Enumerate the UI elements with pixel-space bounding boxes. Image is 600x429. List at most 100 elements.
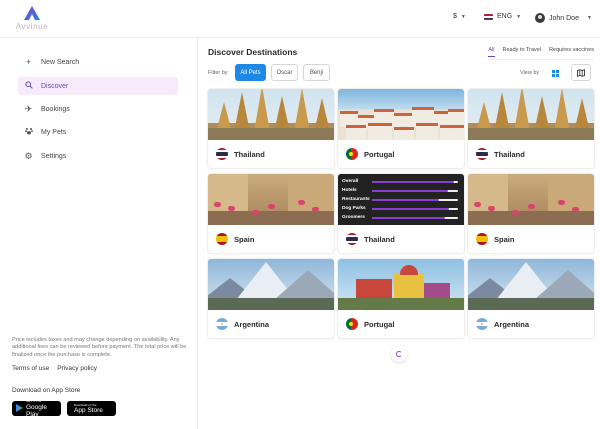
tab-requires-vaccines[interactable]: Requires vaccines <box>549 47 594 57</box>
country-name: Thailand <box>494 149 525 159</box>
country-flag-icon <box>216 318 228 330</box>
google-play-button[interactable]: GET IT ON Google Play <box>12 399 61 418</box>
card-footer: Thailand <box>208 140 334 168</box>
map-view-button[interactable] <box>571 64 591 81</box>
avatar <box>535 13 545 23</box>
destination-card[interactable]: Thailand <box>468 89 594 168</box>
rating-label: Hotels <box>342 188 357 193</box>
brand-logo[interactable]: Avvinue <box>12 5 52 31</box>
google-play-icon <box>16 403 23 414</box>
rating-row: Groomers <box>342 213 460 222</box>
destination-card[interactable]: Thailand <box>208 89 334 168</box>
sidebar-item-label: Discover <box>41 82 69 90</box>
filter-benji[interactable]: Benji <box>303 64 330 81</box>
brand-name: Avvinue <box>15 22 49 31</box>
country-flag-icon <box>476 148 488 160</box>
plus-icon: + <box>25 56 32 67</box>
card-footer: Portugal <box>338 140 464 168</box>
grid-icon <box>555 73 559 77</box>
country-flag-icon <box>216 233 228 245</box>
user-menu[interactable]: John Doe ▼ <box>535 13 592 23</box>
sidebar: + New Search Discover ✈ Bookings My Pets… <box>0 38 198 429</box>
rating-bar-fill <box>372 198 440 201</box>
rating-row: Dog Parks <box>342 204 460 213</box>
destination-card[interactable]: Spain <box>468 174 594 253</box>
language-selector[interactable]: ENG ▼ <box>484 13 521 20</box>
page-title: Discover Destinations <box>208 47 298 57</box>
search-icon <box>24 81 33 91</box>
destination-photo <box>208 174 334 225</box>
sidebar-item-label: New Search <box>41 58 80 66</box>
terms-link[interactable]: Terms of use <box>12 365 49 372</box>
rating-bar-fill <box>372 207 450 210</box>
sidebar-item-discover[interactable]: Discover <box>18 77 178 95</box>
top-bar: Avvinue $ ▼ ENG ▼ John Doe ▼ <box>0 0 600 38</box>
map-icon <box>577 68 585 77</box>
card-footer: Thailand <box>338 225 464 253</box>
rating-row: Overall <box>342 177 460 186</box>
chevron-down-icon: ▼ <box>516 13 522 20</box>
destination-card[interactable]: Argentina <box>468 259 594 338</box>
country-name: Spain <box>494 234 515 244</box>
spinner-icon <box>396 351 402 357</box>
destination-card[interactable]: Overall Hotels Restaurants Dog Parks Groomer… <box>338 174 464 253</box>
destination-photo <box>208 89 334 140</box>
price-disclaimer: Price includes taxes and may change depe… <box>12 337 187 358</box>
rating-bar <box>372 207 458 210</box>
chevron-down-icon: ▼ <box>460 13 466 20</box>
privacy-link[interactable]: Privacy policy <box>57 365 97 372</box>
rating-bar-fill <box>372 189 448 192</box>
country-name: Thailand <box>364 234 395 244</box>
sidebar-item-my-pets[interactable]: My Pets <box>18 123 178 141</box>
rating-bar <box>372 180 458 183</box>
destination-card[interactable]: Portugal <box>338 89 464 168</box>
rating-label: Restaurants <box>342 197 370 202</box>
filter-oscar[interactable]: Oscar <box>271 64 298 81</box>
grid-icon <box>551 73 555 77</box>
plane-icon: ✈ <box>24 103 33 114</box>
app-store-button[interactable]: Download on the App Store <box>67 401 116 416</box>
destination-card[interactable]: Argentina <box>208 259 334 338</box>
country-flag-icon <box>216 148 228 160</box>
sidebar-item-settings[interactable]: ⚙ Settings <box>18 147 178 165</box>
filter-all-pets[interactable]: All Pets <box>235 64 266 81</box>
rating-bar-fill <box>372 180 454 183</box>
flag-icon <box>484 13 493 20</box>
country-name: Argentina <box>234 319 270 329</box>
rating-bar <box>372 216 458 219</box>
country-flag-icon <box>346 233 358 245</box>
tab-all[interactable]: All <box>488 47 495 57</box>
sidebar-item-bookings[interactable]: ✈ Bookings <box>18 100 178 118</box>
card-footer: Portugal <box>338 310 464 338</box>
destination-photo <box>338 259 464 310</box>
rating-bar <box>372 198 458 201</box>
grid-icon <box>551 69 555 73</box>
card-footer: Spain <box>468 225 594 253</box>
card-footer: Spain <box>208 225 334 253</box>
rating-label: Groomers <box>342 215 365 220</box>
app-store-big: App Store <box>74 407 103 415</box>
download-label: Download on App Store <box>12 387 81 394</box>
country-flag-icon <box>346 148 358 160</box>
card-footer: Thailand <box>468 140 594 168</box>
rating-label: Dog Parks <box>342 206 366 211</box>
destination-photo <box>468 259 594 310</box>
sidebar-item-label: My Pets <box>41 128 67 136</box>
sidebar-item-label: Bookings <box>41 105 70 113</box>
country-flag-icon <box>346 318 358 330</box>
destination-card[interactable]: Spain <box>208 174 334 253</box>
language-value: ENG <box>497 13 513 20</box>
currency-selector[interactable]: $ ▼ <box>453 13 466 20</box>
card-footer: Argentina <box>468 310 594 338</box>
country-flag-icon <box>476 318 488 330</box>
grid-view-button[interactable] <box>548 66 562 80</box>
country-name: Portugal <box>364 149 395 159</box>
sidebar-item-label: Settings <box>41 152 67 160</box>
tab-ready-to-travel[interactable]: Ready to Travel <box>503 47 542 57</box>
destination-photo <box>468 174 594 225</box>
destination-card[interactable]: Portugal <box>338 259 464 338</box>
user-name: John Doe <box>549 14 579 22</box>
sidebar-item-new-search[interactable]: + New Search <box>18 53 178 71</box>
rating-bar-fill <box>372 216 446 219</box>
gear-icon: ⚙ <box>24 150 33 161</box>
